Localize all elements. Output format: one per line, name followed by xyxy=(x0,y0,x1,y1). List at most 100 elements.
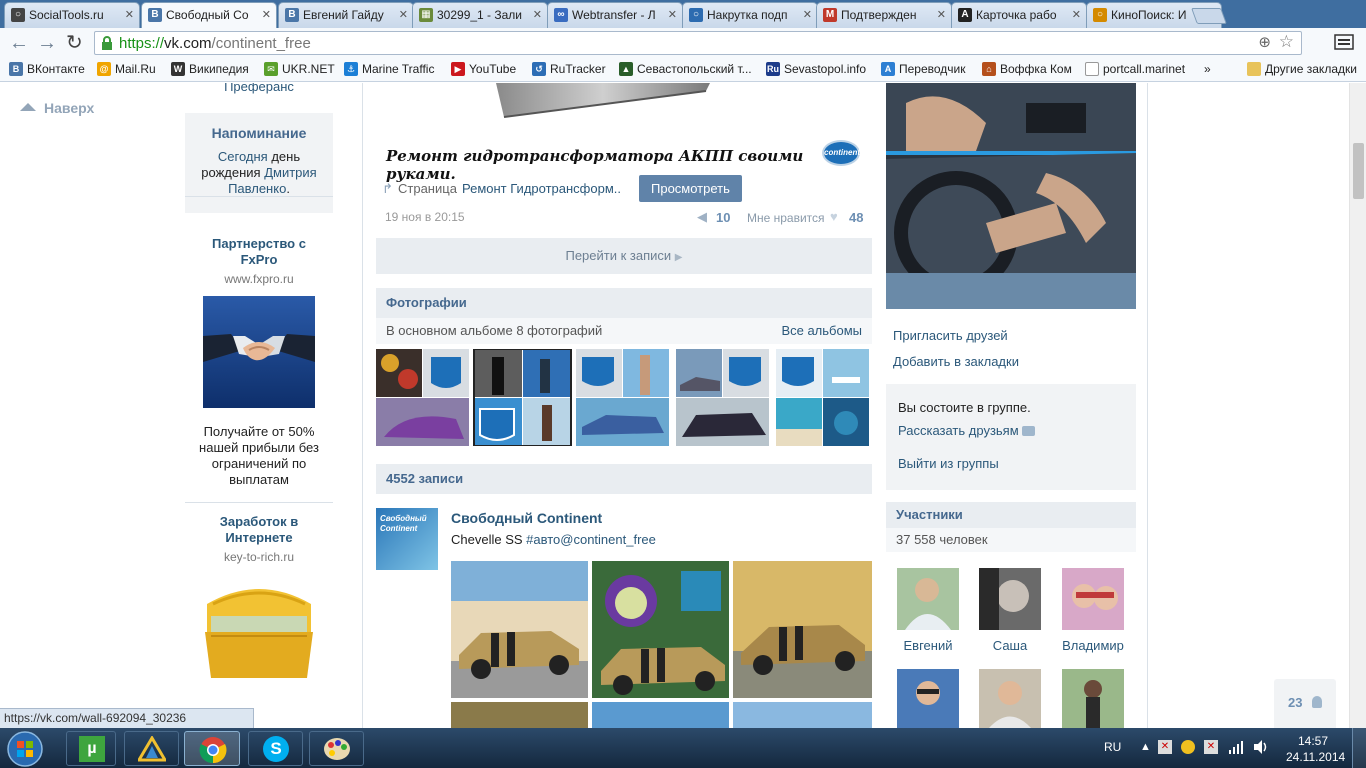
star-icon[interactable]: ☆ xyxy=(1279,32,1294,52)
reload-icon[interactable]: ↻ xyxy=(66,31,83,55)
scrollbar-thumb[interactable] xyxy=(1353,143,1364,199)
invite-friends-link[interactable]: Пригласить друзей xyxy=(893,323,1143,349)
reminder-today-link[interactable]: Сегодня xyxy=(218,149,268,164)
bookmark-translator[interactable]: A Переводчик xyxy=(881,62,966,76)
post-author[interactable]: Свободный Continent xyxy=(451,510,602,526)
volume-icon[interactable] xyxy=(1252,739,1268,755)
close-icon[interactable]: ✕ xyxy=(803,8,812,21)
bookmark-rutracker[interactable]: ↺ RuTracker xyxy=(532,62,606,76)
taskbar-skype[interactable]: S xyxy=(248,731,303,766)
chevelle-photo-6[interactable] xyxy=(733,702,872,728)
bookmark-youtube[interactable]: ▶ YouTube xyxy=(451,62,516,76)
leave-group-link[interactable]: Выйти из группы xyxy=(898,456,1124,471)
group-avatar[interactable]: Свободный Continent xyxy=(376,508,438,570)
bookmark-ukrnet[interactable]: ✉ UKR.NET xyxy=(264,62,335,76)
photos-header[interactable]: Фотографии xyxy=(376,288,872,318)
bookmark-mailru[interactable]: @ Mail.Ru xyxy=(97,62,156,76)
tray-app-icon[interactable]: ✕ xyxy=(1204,740,1218,754)
like-label[interactable]: Мне нравится xyxy=(747,211,825,225)
back-arrow-icon[interactable]: ← xyxy=(9,31,29,55)
close-icon[interactable]: ✕ xyxy=(937,8,946,21)
bookmark-voffka[interactable]: ⌂ Воффка Ком xyxy=(982,62,1072,76)
member-2[interactable]: Саша xyxy=(979,568,1041,653)
zoom-icon[interactable]: ⊕ xyxy=(1258,33,1271,51)
tab-1[interactable]: ○ SocialTools.ru ✕ xyxy=(4,2,140,28)
bookmark-wikipedia[interactable]: W Википедия xyxy=(171,62,249,76)
tab-2[interactable]: B Свободный Со ✕ xyxy=(141,2,277,29)
clock-time[interactable]: 14:57 xyxy=(1298,734,1328,748)
tab-7[interactable]: M Подтвержден ✕ xyxy=(816,2,952,28)
other-bookmarks[interactable]: Другие закладки xyxy=(1247,62,1357,76)
chevelle-photo-3[interactable] xyxy=(733,561,872,698)
member-3[interactable]: Владимир xyxy=(1062,568,1128,653)
member-6-avatar[interactable] xyxy=(1062,669,1124,728)
bookmark-portcall[interactable]: portcall.marinet xyxy=(1085,62,1185,76)
like-count[interactable]: 48 xyxy=(849,210,863,225)
language-indicator[interactable]: RU xyxy=(1104,740,1121,754)
taskbar-paint[interactable] xyxy=(309,731,364,766)
scroll-up-button[interactable]: Наверх xyxy=(20,100,94,116)
member-4-avatar[interactable] xyxy=(897,669,959,728)
bookmarks-overflow-button[interactable]: » xyxy=(1204,62,1211,76)
photo-4[interactable] xyxy=(676,349,769,446)
member-5-avatar[interactable] xyxy=(979,669,1041,728)
photo-3[interactable] xyxy=(576,349,669,446)
online-friends-widget[interactable]: 23 xyxy=(1274,679,1336,728)
photo-2[interactable] xyxy=(473,349,572,446)
post-date[interactable]: 19 ноя в 20:15 xyxy=(385,210,465,224)
close-icon[interactable]: ✕ xyxy=(533,8,542,21)
post-image-bottom xyxy=(496,83,710,118)
address-bar[interactable]: https://vk.com/continent_free ⊕ ☆ xyxy=(94,31,1302,55)
clock-date[interactable]: 24.11.2014 xyxy=(1286,750,1345,764)
action-center-icon[interactable]: ✕ xyxy=(1158,740,1172,754)
all-albums-link[interactable]: Все альбомы xyxy=(781,323,862,338)
chevelle-photo-2[interactable] xyxy=(592,561,729,698)
left-menu-item-preferans[interactable]: Преферанс xyxy=(185,83,333,94)
repost-count[interactable]: 10 xyxy=(716,210,730,225)
chevelle-photo-1[interactable] xyxy=(451,561,588,698)
member-1[interactable]: Евгений xyxy=(897,568,959,653)
close-icon[interactable]: ✕ xyxy=(399,8,408,21)
norton-icon[interactable] xyxy=(1181,740,1195,754)
show-desktop-button[interactable] xyxy=(1352,728,1366,768)
chevelle-photo-5[interactable] xyxy=(592,702,729,728)
ad-key-to-rich[interactable]: Заработок в Интернете key-to-rich.ru xyxy=(185,514,333,686)
bookmark-marinetraffic[interactable]: ⚓ Marine Traffic xyxy=(344,62,434,76)
close-icon[interactable]: ✕ xyxy=(1072,8,1081,21)
chevelle-photo-4[interactable] xyxy=(451,702,588,728)
bookmark-vkontakte[interactable]: B ВКонтакте xyxy=(9,62,85,76)
taskbar-triangle-app[interactable] xyxy=(124,731,179,766)
add-bookmark-link[interactable]: Добавить в закладки xyxy=(893,349,1143,375)
view-button[interactable]: Просмотреть xyxy=(639,175,742,202)
taskbar-utorrent[interactable]: µ xyxy=(66,731,116,766)
close-icon[interactable]: ✕ xyxy=(125,8,134,21)
bookmark-sevastopol-info[interactable]: Ru Sevastopol.info xyxy=(766,62,866,76)
wall-count-header[interactable]: 4552 записи xyxy=(376,464,872,494)
tell-friends-link[interactable]: Рассказать друзьям xyxy=(898,423,1124,438)
tab-6[interactable]: ○ Накрутка подп ✕ xyxy=(682,2,818,28)
start-button[interactable] xyxy=(6,730,44,768)
menu-icon[interactable] xyxy=(1334,34,1354,50)
signal-icon[interactable] xyxy=(1228,740,1244,754)
heart-icon[interactable]: ♥ xyxy=(830,209,838,224)
close-icon[interactable]: ✕ xyxy=(668,8,677,21)
megaphone-icon[interactable]: ◀ xyxy=(697,209,707,225)
new-tab-button[interactable] xyxy=(1191,8,1227,24)
taskbar-chrome[interactable] xyxy=(184,731,240,766)
close-icon[interactable]: ✕ xyxy=(262,8,271,21)
tab-3[interactable]: B Евгений Гайду ✕ xyxy=(278,2,414,28)
page-scrollbar[interactable] xyxy=(1349,83,1366,728)
forward-arrow-icon[interactable]: → xyxy=(37,31,57,55)
tab-5[interactable]: ∞ Webtransfer - Л ✕ xyxy=(547,2,683,28)
post-hashtag[interactable]: #авто@continent_free xyxy=(526,532,656,547)
ad-fxpro[interactable]: Партнерство с FxPro www.fxpro.ru Получай… xyxy=(185,236,333,488)
members-header[interactable]: Участники xyxy=(886,502,1136,528)
photo-1[interactable] xyxy=(376,349,469,446)
tray-expand-icon[interactable]: ▲ xyxy=(1140,741,1151,753)
goto-post-button[interactable]: Перейти к записи ▶ xyxy=(376,238,872,274)
tab-8[interactable]: A Карточка рабо ✕ xyxy=(951,2,1087,28)
tab-4[interactable]: ▦ 30299_1 - Зали ✕ xyxy=(412,2,548,28)
attachment-page-link[interactable]: Ремонт Гидротрансформ.. xyxy=(462,181,621,196)
bookmark-sevastopol-t[interactable]: ▲ Севастопольский т... xyxy=(619,62,752,76)
photo-5[interactable] xyxy=(776,349,869,446)
